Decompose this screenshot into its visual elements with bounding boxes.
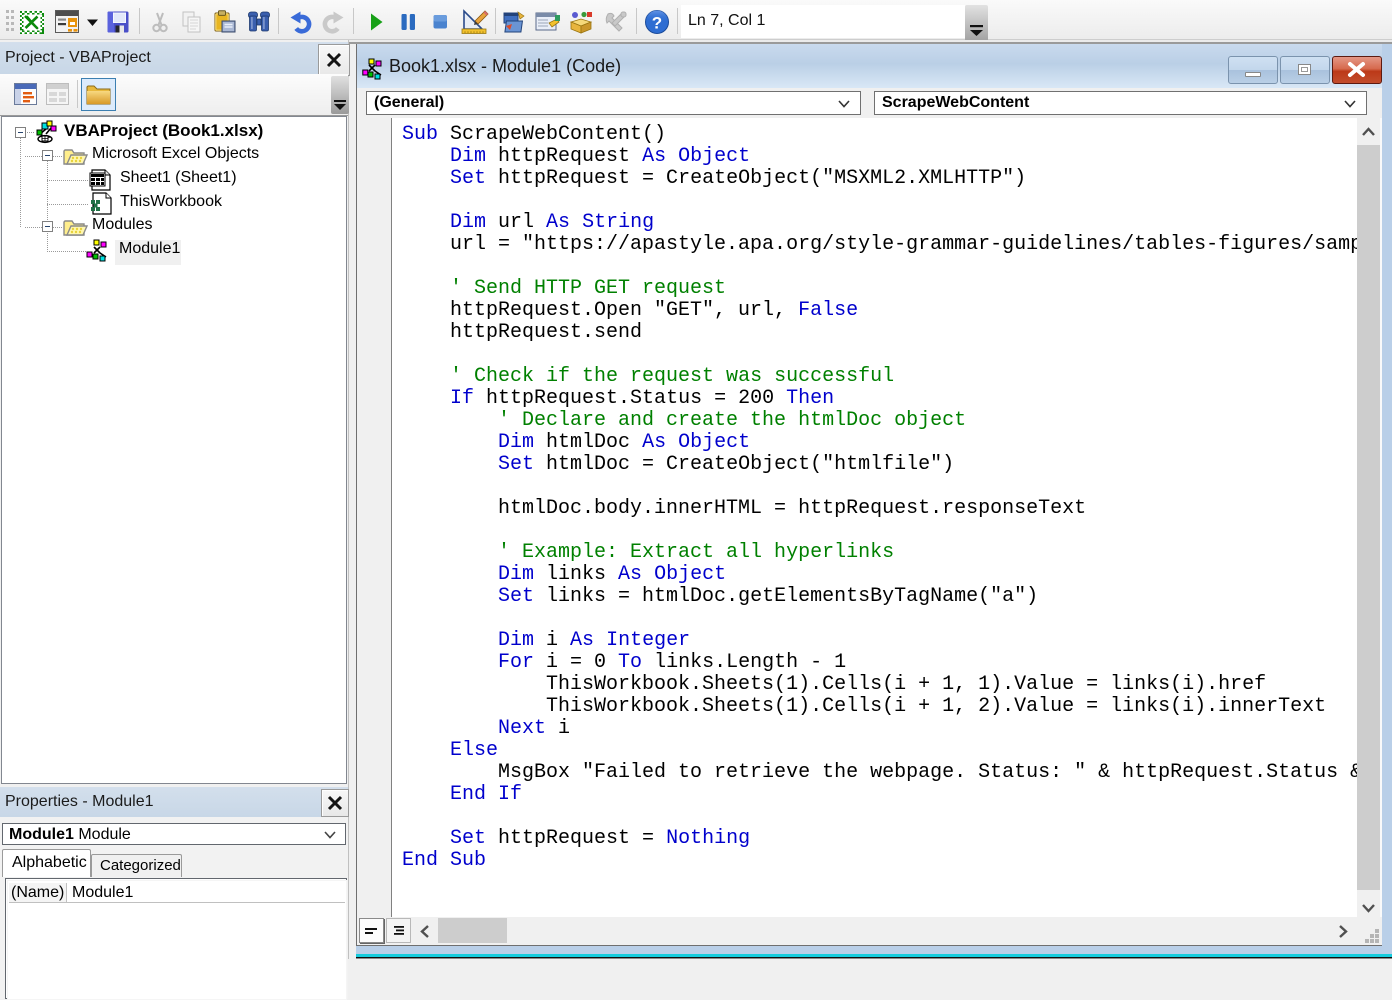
svg-text:?: ? (652, 14, 662, 33)
